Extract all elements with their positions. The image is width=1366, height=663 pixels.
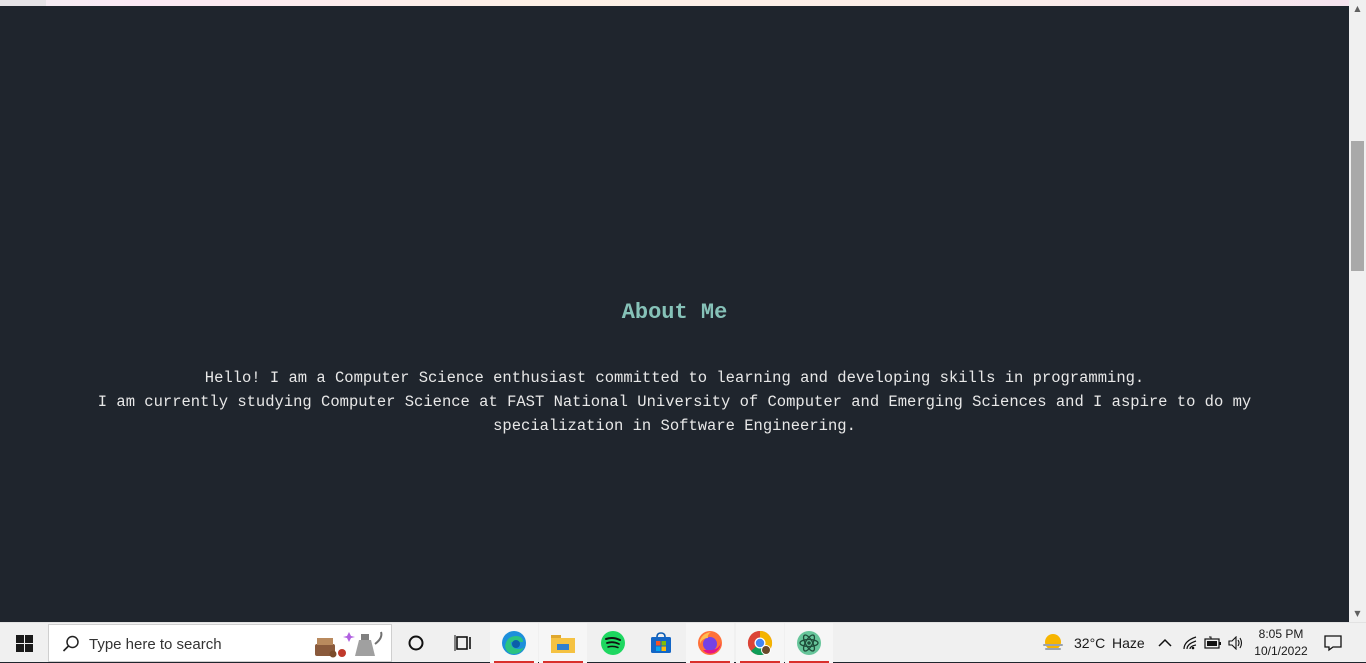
file-explorer-icon [551,635,575,653]
chevron-up-icon [1158,638,1172,647]
task-view-button[interactable] [440,623,488,663]
notification-icon [1324,635,1342,652]
about-line-1: Hello! I am a Computer Science enthusias… [204,369,1145,387]
spotify-button[interactable] [589,623,637,663]
firefox-button[interactable] [686,623,734,663]
volume-button[interactable] [1226,623,1246,663]
about-line-2: I am currently studying Computer Science… [97,393,1252,435]
weather-temperature[interactable]: 32°C [1074,623,1105,663]
search-placeholder: Type here to search [89,636,222,653]
cortana-icon [408,635,424,651]
battery-icon [1204,636,1221,649]
scroll-down-arrow-icon[interactable]: ▼ [1349,605,1366,622]
taskbar-search-box[interactable]: Type here to search [48,624,392,662]
weather-button[interactable] [1040,623,1066,663]
edge-icon [502,631,526,655]
scroll-thumb[interactable] [1351,141,1364,271]
firefox-icon [698,631,722,655]
file-explorer-button[interactable] [539,623,587,663]
network-icon [1183,636,1197,650]
search-highlight-art-icon [315,631,383,658]
atom-icon [797,631,821,655]
chrome-button[interactable] [736,623,784,663]
show-hidden-icons-button[interactable] [1155,623,1175,663]
edge-button[interactable] [490,623,538,663]
windows-taskbar: Type here to search 32°C Haze 8:05 PM 10… [0,622,1366,663]
about-me-heading: About Me [621,300,728,325]
start-button[interactable] [0,623,48,663]
weather-condition[interactable]: Haze [1112,623,1145,663]
scroll-up-arrow-icon[interactable]: ▲ [1349,0,1366,17]
about-me-paragraph: Hello! I am a Computer Science enthusias… [60,366,1289,438]
previous-section-edge [0,0,1349,6]
web-page: About Me Hello! I am a Computer Science … [0,0,1349,622]
atom-button[interactable] [785,623,833,663]
spotify-icon [601,631,625,655]
weather-haze-icon [1043,634,1063,650]
vertical-scrollbar[interactable]: ▲ ▼ [1349,0,1366,622]
search-icon [62,635,79,652]
chrome-icon [747,631,773,656]
clock-time: 8:05 PM [1258,627,1304,641]
battery-button[interactable] [1202,623,1224,663]
network-button[interactable] [1180,623,1200,663]
taskbar-clock[interactable]: 8:05 PM 10/1/2022 [1250,626,1312,660]
speaker-icon [1228,636,1243,650]
store-icon [651,632,671,653]
clock-date: 10/1/2022 [1254,644,1308,658]
cortana-button[interactable] [392,623,440,663]
windows-logo-icon [15,634,33,652]
task-view-icon [454,635,471,651]
store-button[interactable] [637,623,685,663]
action-center-button[interactable] [1318,623,1348,663]
